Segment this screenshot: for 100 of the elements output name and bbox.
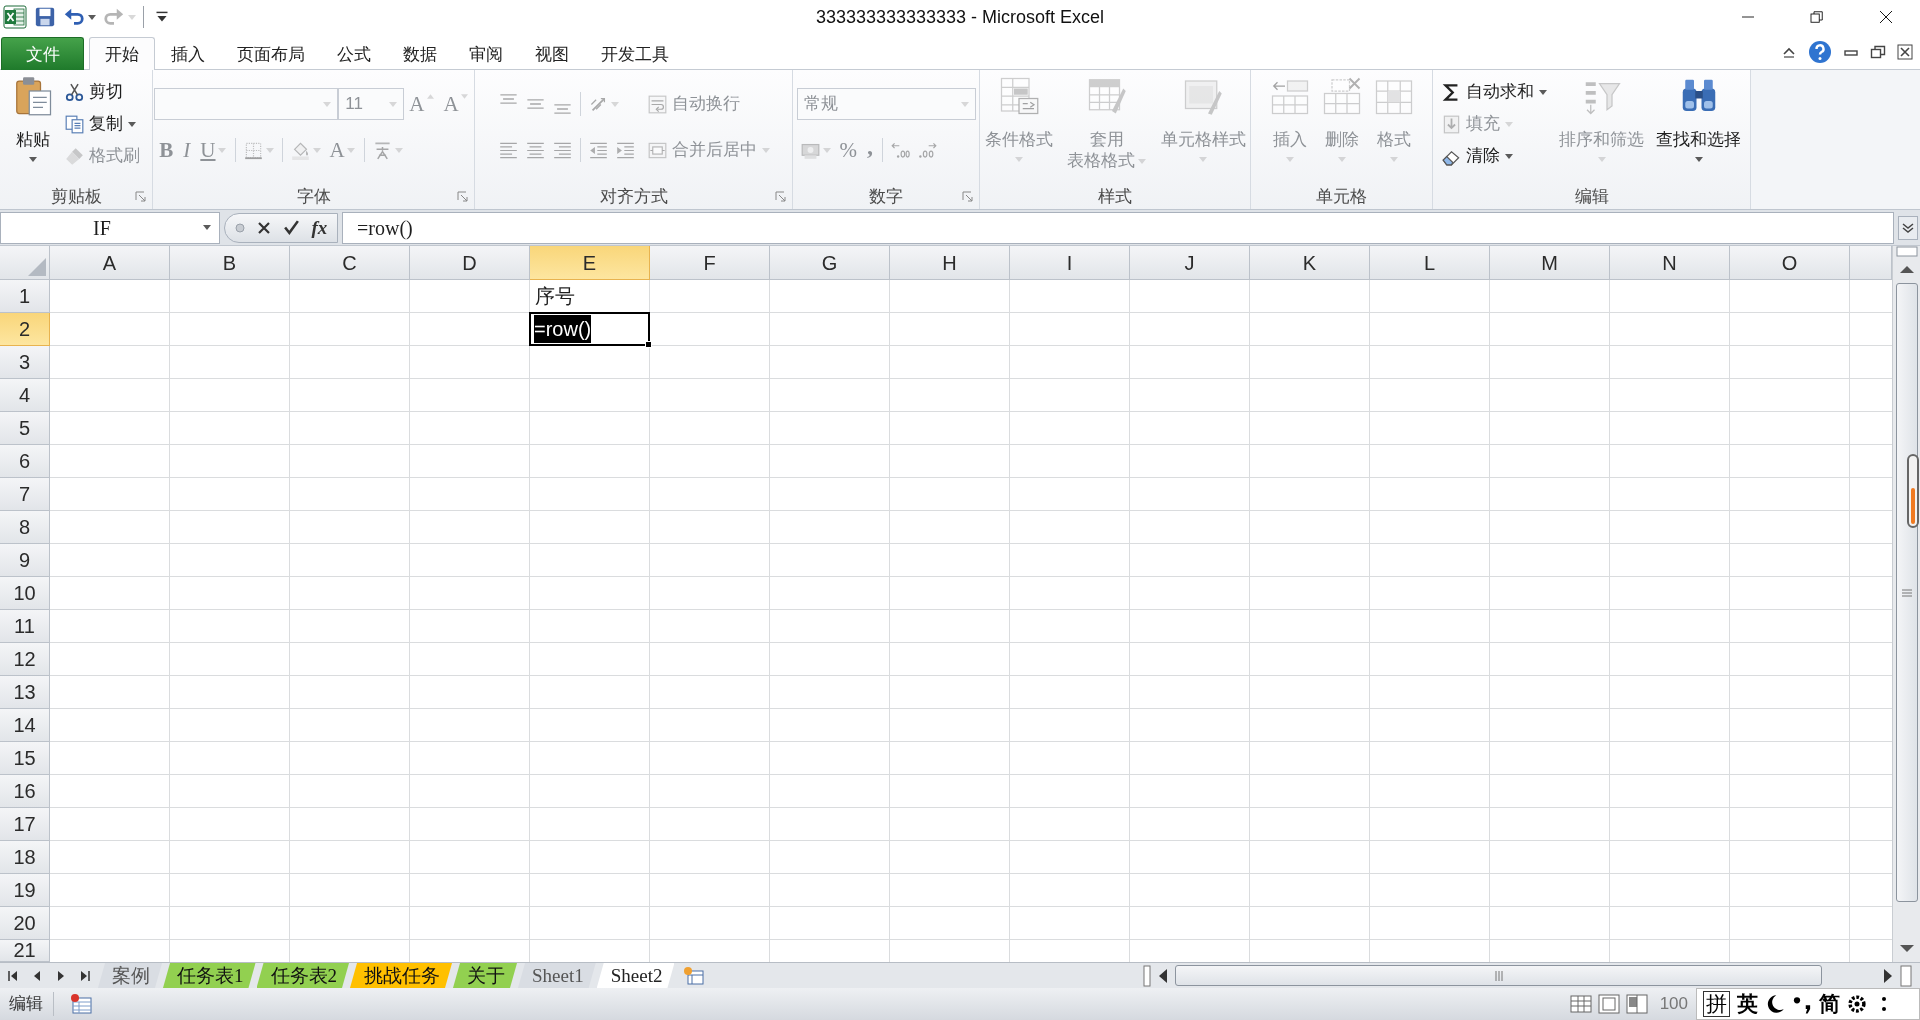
copy-button[interactable]: 复制 bbox=[61, 108, 143, 140]
paste-button[interactable]: 粘贴 bbox=[9, 70, 56, 184]
column-header[interactable]: C bbox=[290, 246, 410, 280]
row-header[interactable]: 21 bbox=[0, 940, 50, 962]
row-header[interactable]: 9 bbox=[0, 544, 50, 577]
sheet-tab[interactable]: 案例 bbox=[98, 963, 162, 988]
phonetic-guide-icon bbox=[372, 140, 392, 160]
row-header[interactable]: 14 bbox=[0, 709, 50, 742]
language-button[interactable]: 英 bbox=[1737, 992, 1758, 1016]
group-label: 单元格 bbox=[1316, 185, 1367, 208]
column-header[interactable]: O bbox=[1730, 246, 1850, 280]
scroll-thumb[interactable] bbox=[1175, 965, 1822, 986]
row-header[interactable]: 6 bbox=[0, 445, 50, 478]
row-header[interactable]: 8 bbox=[0, 511, 50, 544]
cancel-icon[interactable] bbox=[255, 219, 272, 236]
page-break-preview-icon[interactable] bbox=[1625, 993, 1648, 1015]
ribbon-tab[interactable]: 插入 bbox=[155, 37, 221, 70]
row-header[interactable]: 7 bbox=[0, 478, 50, 511]
expand-formula-bar-icon[interactable] bbox=[1898, 215, 1918, 240]
find-select-button[interactable]: 查找和选择 bbox=[1653, 70, 1744, 184]
splitter-handle-icon[interactable] bbox=[234, 222, 245, 233]
column-header[interactable]: J bbox=[1130, 246, 1250, 280]
save-button[interactable] bbox=[34, 6, 56, 28]
dialog-launcher-icon[interactable] bbox=[962, 191, 973, 202]
row-header[interactable]: 11 bbox=[0, 610, 50, 643]
close-window-icon[interactable] bbox=[1897, 43, 1913, 60]
sheet-tab[interactable]: 任务表1 bbox=[163, 963, 256, 988]
row-header[interactable]: 17 bbox=[0, 808, 50, 841]
row-header[interactable]: 2 bbox=[0, 313, 50, 346]
column-header[interactable]: I bbox=[1010, 246, 1130, 280]
help-icon[interactable] bbox=[1808, 39, 1832, 64]
column-header[interactable]: M bbox=[1490, 246, 1610, 280]
column-header[interactable]: H bbox=[890, 246, 1010, 280]
row-header[interactable]: 19 bbox=[0, 874, 50, 907]
script-button[interactable]: 简 bbox=[1819, 992, 1840, 1016]
row-header[interactable]: 1 bbox=[0, 280, 50, 313]
clear-button[interactable]: 清除 bbox=[1439, 140, 1550, 172]
ribbon-tab[interactable]: 开发工具 bbox=[585, 37, 685, 70]
restore-icon[interactable] bbox=[1807, 8, 1826, 26]
active-cell[interactable]: =row() bbox=[529, 312, 650, 346]
page-layout-icon[interactable] bbox=[1597, 993, 1620, 1015]
scroll-right-icon[interactable] bbox=[1882, 967, 1894, 984]
column-header[interactable]: L bbox=[1370, 246, 1490, 280]
ribbon-tab[interactable]: 数据 bbox=[387, 37, 453, 70]
sheet-tab[interactable]: 关于 bbox=[453, 963, 517, 988]
input-mode-button[interactable]: 拼 bbox=[1703, 991, 1730, 1017]
dialog-launcher-icon[interactable] bbox=[457, 191, 468, 202]
row-header[interactable]: 4 bbox=[0, 379, 50, 412]
dialog-launcher-icon[interactable] bbox=[135, 191, 146, 202]
fill-handle[interactable] bbox=[645, 341, 652, 348]
column-header[interactable]: D bbox=[410, 246, 530, 280]
ribbon-tab[interactable]: 页面布局 bbox=[221, 37, 321, 70]
select-all-icon[interactable] bbox=[28, 258, 46, 276]
grip-icon bbox=[1901, 588, 1912, 597]
sheet-tab[interactable]: Sheet2 bbox=[596, 963, 675, 988]
column-header[interactable]: G bbox=[770, 246, 890, 280]
row-header[interactable]: 3 bbox=[0, 346, 50, 379]
last-sheet-icon[interactable] bbox=[79, 969, 91, 982]
sheet-tab[interactable]: 任务表2 bbox=[256, 963, 349, 988]
column-header[interactable]: F bbox=[650, 246, 770, 280]
sheet-tab[interactable]: Sheet1 bbox=[518, 963, 596, 988]
insert-function-button[interactable]: fx bbox=[311, 216, 328, 239]
restore-window-icon[interactable] bbox=[1870, 43, 1886, 60]
ribbon-tab[interactable]: 审阅 bbox=[453, 37, 519, 70]
column-header[interactable]: K bbox=[1250, 246, 1370, 280]
cut-button[interactable]: 剪切 bbox=[61, 76, 143, 108]
settings-icon[interactable] bbox=[1847, 994, 1867, 1014]
row-header[interactable]: 18 bbox=[0, 841, 50, 874]
sheet-tab[interactable]: 挑战任务 bbox=[350, 963, 452, 988]
row-header[interactable]: 20 bbox=[0, 907, 50, 940]
column-header[interactable]: N bbox=[1610, 246, 1730, 280]
undo-button[interactable] bbox=[63, 6, 96, 28]
autosum-button[interactable]: 自动求和 bbox=[1439, 76, 1550, 108]
column-header[interactable]: E bbox=[530, 246, 650, 280]
scroll-left-icon[interactable] bbox=[1157, 967, 1169, 984]
app-icon[interactable] bbox=[3, 5, 27, 29]
ribbon-tab[interactable]: 视图 bbox=[519, 37, 585, 70]
scroll-thumb[interactable] bbox=[1895, 283, 1918, 902]
row-header[interactable]: 12 bbox=[0, 643, 50, 676]
increase-decimal-icon bbox=[891, 140, 910, 160]
punctuation-icon[interactable] bbox=[1792, 994, 1812, 1014]
row-header[interactable]: 13 bbox=[0, 676, 50, 709]
normal-view-icon[interactable] bbox=[1569, 993, 1592, 1015]
column-header[interactable]: A bbox=[50, 246, 170, 280]
first-sheet-icon[interactable] bbox=[7, 969, 19, 982]
column-header[interactable]: B bbox=[170, 246, 290, 280]
enter-check-icon[interactable] bbox=[283, 219, 301, 236]
row-header[interactable]: 15 bbox=[0, 742, 50, 775]
ribbon-tab[interactable]: 开始 bbox=[89, 37, 155, 70]
macro-record-icon[interactable] bbox=[70, 994, 92, 1014]
moon-icon[interactable] bbox=[1765, 994, 1785, 1014]
ribbon-tab[interactable]: 公式 bbox=[321, 37, 387, 70]
row-header[interactable]: 10 bbox=[0, 577, 50, 610]
row-header[interactable]: 16 bbox=[0, 775, 50, 808]
name-box[interactable]: IF bbox=[0, 211, 220, 244]
dialog-launcher-icon[interactable] bbox=[775, 191, 786, 202]
file-tab[interactable]: 文件 bbox=[1, 37, 84, 70]
row-header[interactable]: 5 bbox=[0, 412, 50, 445]
tab-split-handle-icon[interactable] bbox=[1143, 964, 1151, 987]
formula-input[interactable]: =row() bbox=[342, 211, 1894, 244]
